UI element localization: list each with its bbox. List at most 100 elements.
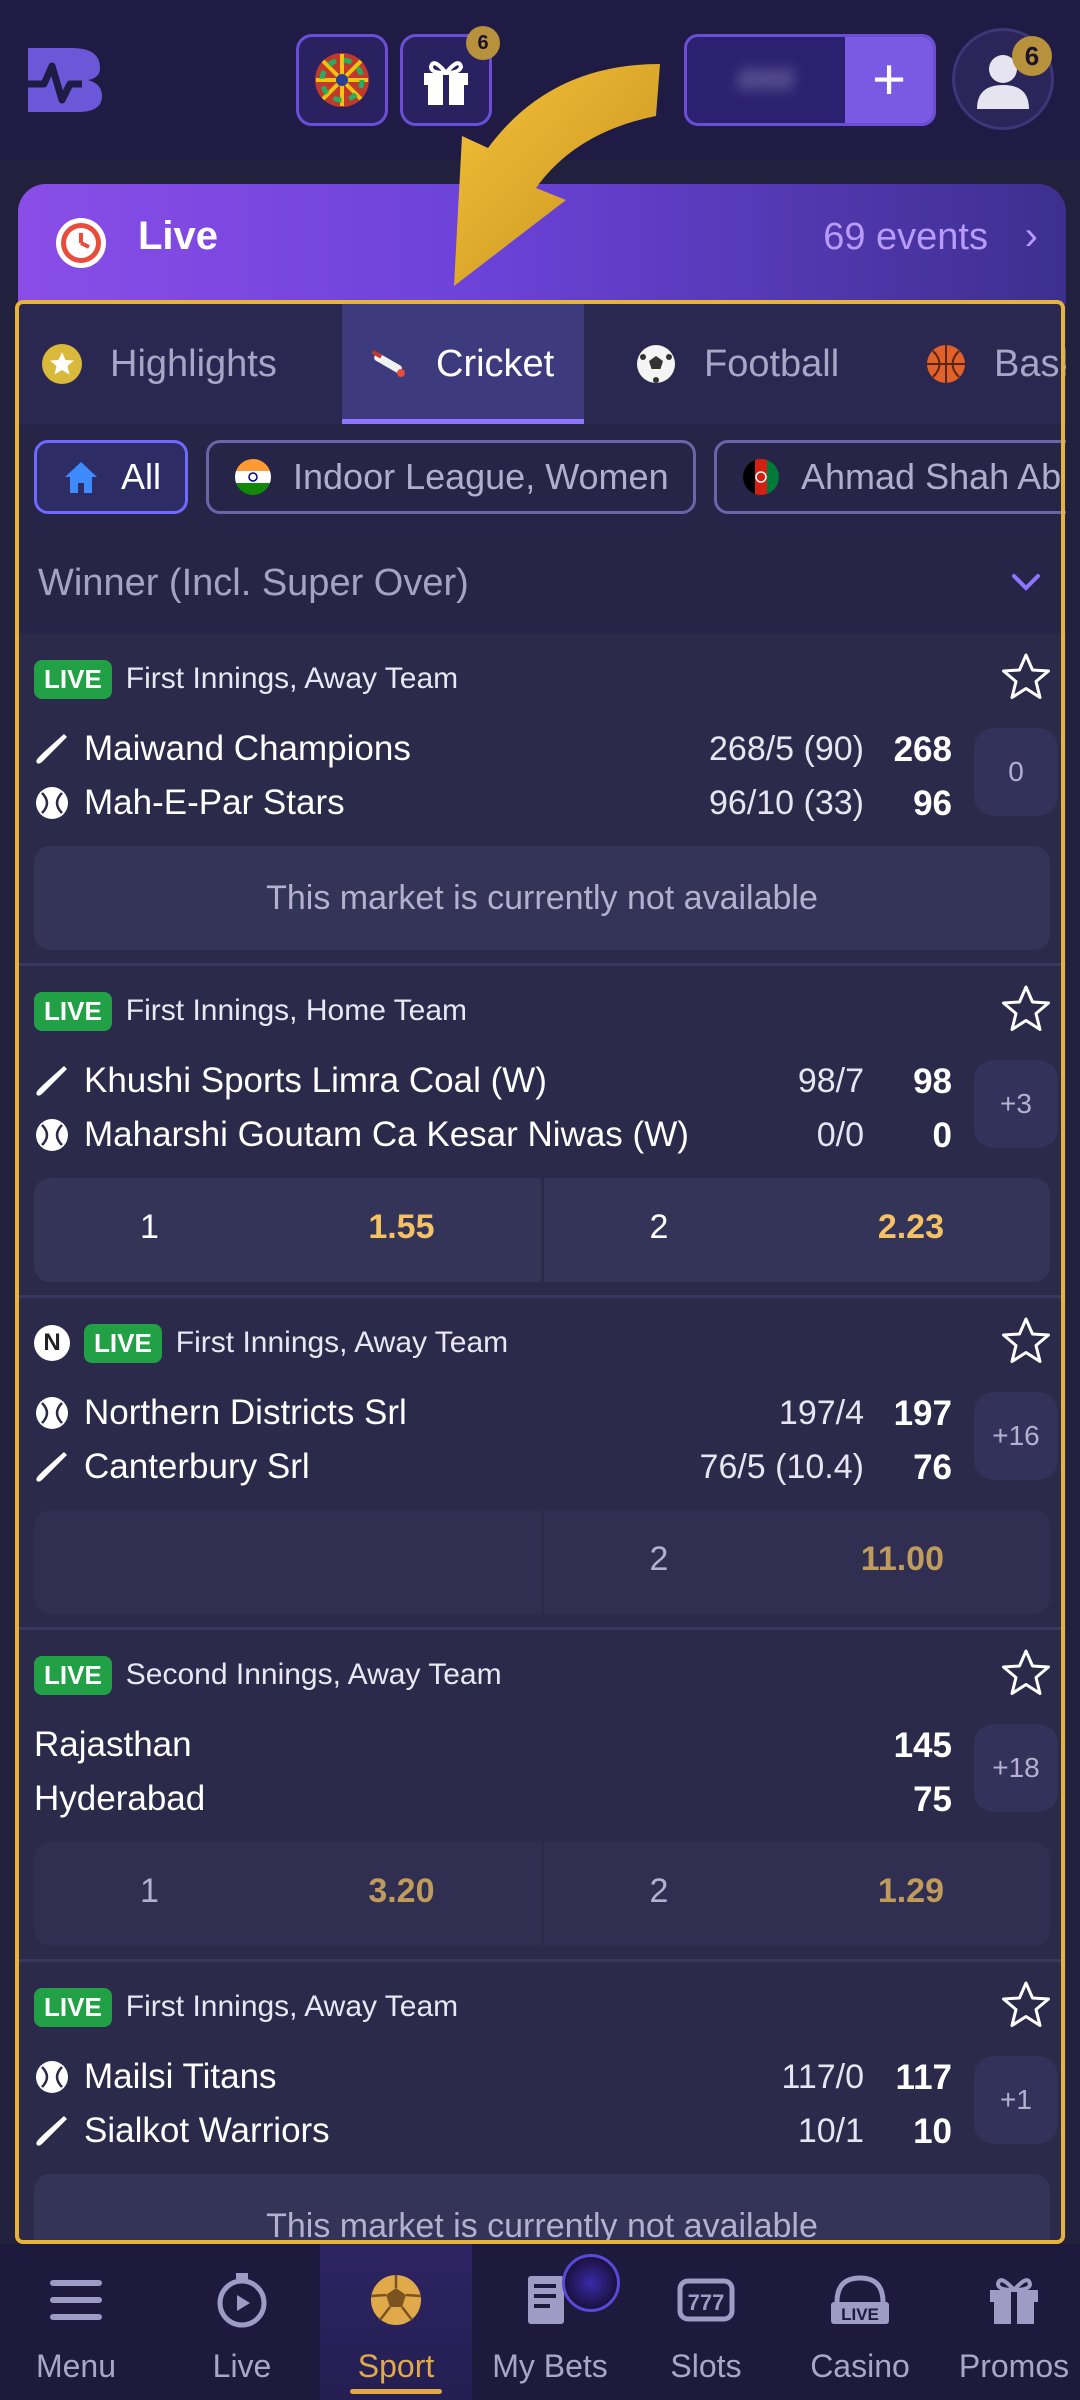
gift-count-badge: 6 <box>466 26 500 60</box>
team-row: Northern Districts Srl <box>34 1388 407 1438</box>
tab-cricket[interactable]: Cricket <box>342 304 584 424</box>
league-filter-chips: All Indoor League, Women Ahmad Shah Ab <box>18 424 1066 536</box>
odds-button[interactable]: 2 1.29 <box>540 1842 1050 1946</box>
score-detail: 76/5 (10.4) <box>699 1448 864 1486</box>
n-badge-icon: N <box>34 1325 70 1361</box>
score-total: 197 <box>893 1394 952 1433</box>
chip-ahmad-shah-abdali[interactable]: Ahmad Shah Ab <box>714 440 1066 514</box>
balance-widget[interactable]: ### + <box>684 34 936 126</box>
more-markets-button[interactable]: +1 <box>974 2056 1058 2144</box>
market-selector[interactable]: Winner (Incl. Super Over) <box>18 536 1066 634</box>
nav-live[interactable]: Live <box>166 2244 318 2400</box>
svg-text:LIVE: LIVE <box>841 2305 879 2324</box>
chip-indoor-league-women[interactable]: Indoor League, Women <box>206 440 696 514</box>
event-card[interactable]: LIVE First Innings, Away Team Mailsi Tit… <box>18 1962 1066 2240</box>
favorite-star-icon[interactable] <box>998 982 1054 1038</box>
nav-sport[interactable]: Sport <box>320 2244 472 2400</box>
bottom-navigation: Menu Live Sport My Bets 777 Slots LIVE C… <box>0 2244 1080 2400</box>
team-name: Hyderabad <box>34 1779 206 1818</box>
gift-icon <box>982 2268 1046 2332</box>
event-card[interactable]: N LIVE First Innings, Away Team Northern… <box>18 1298 1066 1630</box>
more-markets-button[interactable]: 0 <box>974 728 1058 816</box>
odds-outcome: 2 <box>649 1872 669 1910</box>
ball-icon <box>34 785 70 821</box>
team-row: Mailsi Titans <box>34 2052 277 2102</box>
more-markets-button[interactable]: +18 <box>974 1724 1058 1812</box>
team-row: Khushi Sports Limra Coal (W) <box>34 1056 547 1106</box>
tab-highlights[interactable]: Highlights <box>40 304 340 424</box>
ball-icon <box>34 2059 70 2095</box>
odds-button[interactable]: 2 11.00 <box>540 1510 1050 1614</box>
team-name: Canterbury Srl <box>84 1447 310 1486</box>
team-row: Hyderabad <box>34 1774 205 1824</box>
chip-all[interactable]: All <box>34 440 189 514</box>
brand-logo[interactable] <box>22 38 106 118</box>
score-total: 76 <box>913 1448 952 1487</box>
score-total: 10 <box>913 2112 952 2151</box>
chip-label: Ahmad Shah Ab <box>801 456 1062 497</box>
favorite-star-icon[interactable] <box>998 1646 1054 1702</box>
wheel-of-fortune-button[interactable] <box>296 34 388 126</box>
odds-button[interactable]: 1 3.20 <box>34 1842 541 1946</box>
deposit-plus-button[interactable]: + <box>845 37 933 123</box>
nav-label: Promos <box>958 2348 1070 2384</box>
score-detail: 197/4 <box>778 1394 864 1432</box>
live-badge: LIVE <box>34 1987 112 2027</box>
score-detail: 268/5 (90) <box>709 730 864 768</box>
svg-text:777: 777 <box>688 2290 725 2315</box>
market-label: Winner (Incl. Super Over) <box>38 562 469 604</box>
casino-live-icon: LIVE <box>828 2268 892 2332</box>
ball-icon <box>34 1395 70 1431</box>
team-row: Mah-E-Par Stars <box>34 778 345 828</box>
score-detail: 10/1 <box>797 2112 864 2150</box>
event-header: LIVE Second Innings, Away Team <box>34 1654 502 1696</box>
team-name: Mah-E-Par Stars <box>84 783 345 822</box>
favorite-star-icon[interactable] <box>998 1978 1054 2034</box>
top-bar: 6 ### + 6 <box>0 0 1080 160</box>
odds-outcome: 2 <box>649 1208 669 1246</box>
event-card[interactable]: LIVE First Innings, Away Team Maiwand Ch… <box>18 634 1066 966</box>
nav-label: Live <box>212 2348 272 2384</box>
more-markets-button[interactable]: +16 <box>974 1392 1058 1480</box>
event-card[interactable]: LIVE Second Innings, Away Team Rajasthan… <box>18 1630 1066 1962</box>
nav-label: My Bets <box>492 2348 608 2384</box>
chevron-down-icon <box>1012 574 1040 591</box>
event-card[interactable]: LIVE First Innings, Home Team Khushi Spo… <box>18 966 1066 1298</box>
my-bets-indicator <box>562 2254 620 2312</box>
favorite-star-icon[interactable] <box>998 1314 1054 1370</box>
nav-menu[interactable]: Menu <box>0 2244 152 2400</box>
score-total: 0 <box>932 1116 952 1155</box>
bat-icon <box>34 1449 70 1485</box>
odds-outcome: 1 <box>140 1872 159 1910</box>
more-markets-button[interactable]: +3 <box>974 1060 1058 1148</box>
nav-label: Menu <box>35 2348 117 2384</box>
nav-label: Sport <box>357 2348 435 2384</box>
score-total: 145 <box>893 1726 952 1765</box>
odds-value: 11.00 <box>860 1540 944 1578</box>
afghanistan-flag-icon <box>741 457 781 497</box>
score-detail: 96/10 (33) <box>709 784 864 822</box>
live-banner[interactable]: Live 69 events › <box>18 184 1066 304</box>
odds-button[interactable]: 1 1.55 <box>34 1178 541 1282</box>
tab-label: Highlights <box>110 342 277 385</box>
tab-label: Football <box>704 342 840 385</box>
score-total: 98 <box>913 1062 952 1101</box>
nav-promos[interactable]: Promos <box>938 2244 1080 2400</box>
nav-casino[interactable]: LIVE Casino <box>784 2244 936 2400</box>
score-detail: 117/0 <box>781 2058 864 2096</box>
favorite-star-icon[interactable] <box>998 650 1054 706</box>
event-header: LIVE First Innings, Away Team <box>34 1986 458 2028</box>
odds-button[interactable]: 2 2.23 <box>540 1178 1050 1282</box>
tab-label: Bask <box>994 342 1066 385</box>
live-title: Live <box>138 214 219 258</box>
wheel-icon <box>315 53 369 107</box>
tab-football[interactable]: Football <box>634 304 894 424</box>
event-status: First Innings, Away Team <box>125 1990 459 2023</box>
tab-basketball[interactable]: Bask <box>924 304 1066 424</box>
sport-ball-icon <box>364 2268 428 2332</box>
event-header: LIVE First Innings, Away Team <box>34 658 458 700</box>
nav-slots[interactable]: 777 Slots <box>630 2244 782 2400</box>
odds-row: 1 3.20 2 1.29 <box>34 1842 1050 1946</box>
live-stopwatch-icon <box>210 2268 274 2332</box>
nav-label: Casino <box>810 2348 910 2384</box>
